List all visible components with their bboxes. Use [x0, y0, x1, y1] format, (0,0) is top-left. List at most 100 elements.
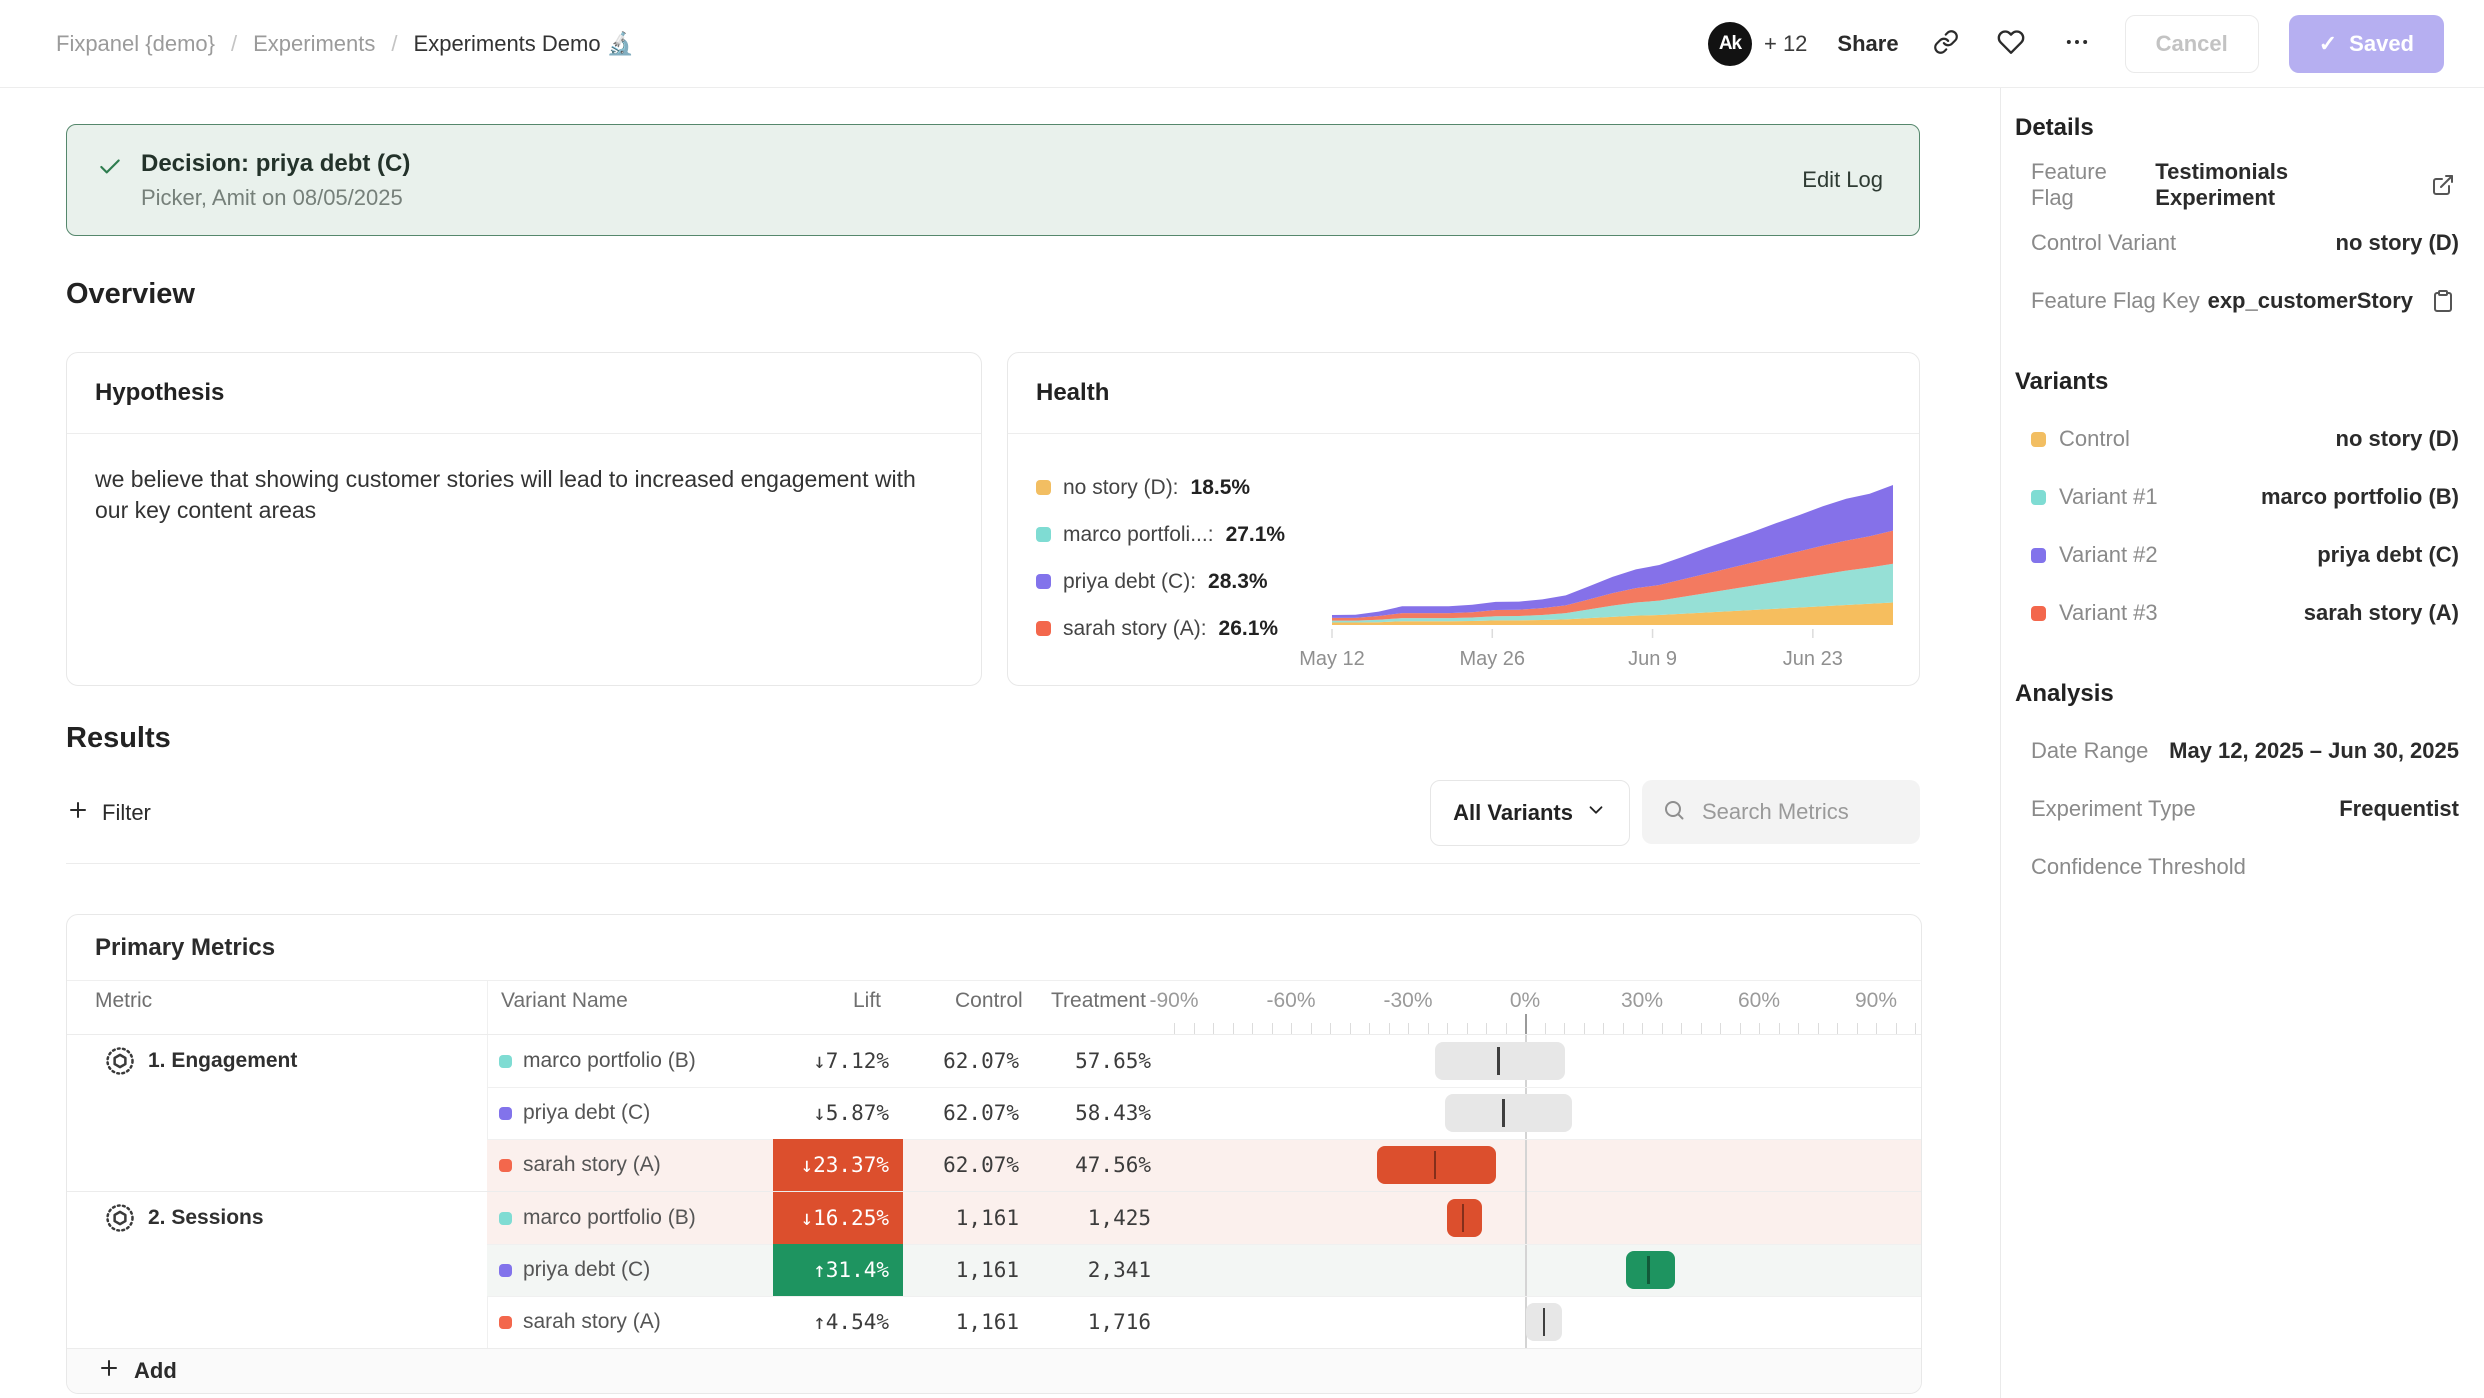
- analysis-row: Date Range May 12, 2025 – Jun 30, 2025: [2015, 722, 2459, 780]
- lift-value: ↓23.37%: [773, 1139, 903, 1191]
- share-button[interactable]: Share: [1837, 31, 1898, 57]
- variant-swatch: [499, 1212, 512, 1225]
- metric-variant-row[interactable]: priya debt (C) ↓5.87% 62.07% 58.43%: [67, 1087, 1921, 1139]
- decision-title: Decision: priya debt (C): [141, 150, 410, 178]
- variants-dropdown[interactable]: All Variants: [1430, 780, 1630, 846]
- plus-icon: [97, 1356, 121, 1380]
- col-lift: Lift: [853, 989, 881, 1013]
- axis-tick-label: -30%: [1383, 989, 1432, 1013]
- variant-name: sarah story (A): [523, 1153, 661, 1177]
- search-icon: [1662, 798, 1686, 827]
- treatment-value: 1,716: [1033, 1296, 1168, 1348]
- analysis-row: Experiment Type Frequentist: [2015, 780, 2459, 838]
- variants-row: Variant #3 sarah story (A): [2015, 584, 2459, 642]
- metric-variant-row[interactable]: priya debt (C) ↑31.4% 1,161 2,341: [67, 1244, 1921, 1296]
- metric-variant-row[interactable]: marco portfolio (B) ↓7.12% 62.07% 57.65%: [67, 1035, 1921, 1087]
- add-filter-button[interactable]: Filter: [66, 798, 151, 828]
- treatment-value: 58.43%: [1033, 1087, 1168, 1139]
- favorite-button[interactable]: [1993, 24, 2029, 63]
- analysis-row: Confidence Threshold: [2015, 838, 2459, 896]
- variants-value: no story (D): [2336, 426, 2459, 452]
- breadcrumb-project[interactable]: Fixpanel {demo}: [56, 31, 215, 57]
- lift-value: ↑31.4%: [773, 1244, 903, 1296]
- control-value: 62.07%: [903, 1139, 1033, 1191]
- breadcrumb-experiments[interactable]: Experiments: [253, 31, 375, 57]
- top-bar: Fixpanel {demo} / Experiments / Experime…: [0, 0, 2484, 88]
- variants-row: Variant #1 marco portfolio (B): [2015, 468, 2459, 526]
- legend-swatch: [1036, 574, 1051, 589]
- avatar[interactable]: Ak: [1708, 22, 1752, 66]
- analysis-label: Confidence Threshold: [2031, 854, 2246, 880]
- metric-name: 1. Engagement: [105, 1035, 297, 1087]
- treatment-value: 57.65%: [1033, 1035, 1168, 1087]
- health-legend-item: sarah story (A): 26.1%: [1036, 605, 1324, 652]
- details-label: Feature Flag: [2031, 159, 2155, 211]
- analysis-label: Experiment Type: [2031, 796, 2196, 822]
- col-control: Control: [955, 989, 1023, 1013]
- overview-heading: Overview: [66, 278, 1920, 311]
- variant-name: sarah story (A): [523, 1310, 661, 1334]
- variants-label: Control: [2059, 426, 2130, 452]
- saved-button[interactable]: ✓ Saved: [2289, 15, 2444, 73]
- avatar-overflow-count[interactable]: + 12: [1764, 31, 1807, 57]
- clipboard-icon[interactable]: [2431, 289, 2455, 313]
- metric-variant-row[interactable]: sarah story (A) ↑4.54% 1,161 1,716: [67, 1296, 1921, 1348]
- heart-icon: [1997, 28, 2025, 56]
- lift-point-marker: [1434, 1151, 1437, 1179]
- variants-section-title: Variants: [2015, 368, 2459, 396]
- axis-tick-label: -90%: [1149, 989, 1198, 1013]
- metric-target-icon: [105, 1046, 135, 1076]
- more-icon: [2063, 28, 2091, 56]
- health-chart: May 12 May 26 Jun 9 Jun 23: [1324, 438, 1899, 685]
- confidence-interval-bar: [1447, 1199, 1482, 1237]
- decision-banner: Decision: priya debt (C) Picker, Amit on…: [66, 124, 1920, 236]
- health-area-chart: May 12 May 26 Jun 9 Jun 23: [1324, 465, 1899, 675]
- variant-swatch: [2031, 606, 2046, 621]
- lift-point-marker: [1502, 1099, 1505, 1127]
- details-row: Feature Flag Key exp_customerStory: [2015, 272, 2459, 330]
- more-options-button[interactable]: [2059, 24, 2095, 63]
- health-card: Health no story (D): 18.5% marco portfol…: [1007, 352, 1920, 686]
- metric-variant-row[interactable]: sarah story (A) ↓23.37% 62.07% 47.56%: [67, 1139, 1921, 1191]
- variants-row: Control no story (D): [2015, 410, 2459, 468]
- metric-variant-row[interactable]: marco portfolio (B) ↓16.25% 1,161 1,425: [67, 1192, 1921, 1244]
- breadcrumb-separator: /: [231, 31, 237, 57]
- metric-group: 1. Engagement marco portfolio (B) ↓7.12%…: [67, 1035, 1921, 1191]
- lift-point-marker: [1647, 1256, 1650, 1284]
- add-metric-button[interactable]: Add: [67, 1348, 1921, 1393]
- details-row: Control Variant no story (D): [2015, 214, 2459, 272]
- variant-swatch: [499, 1316, 512, 1329]
- plus-icon: [97, 1356, 121, 1386]
- search-metrics-input[interactable]: [1700, 798, 1894, 826]
- treatment-value: 47.56%: [1033, 1139, 1168, 1191]
- lift-value: ↓5.87%: [773, 1087, 903, 1139]
- x-axis-label: May 12: [1299, 648, 1365, 670]
- hypothesis-title: Hypothesis: [67, 353, 981, 434]
- primary-metrics-title: Primary Metrics: [67, 915, 1921, 981]
- hypothesis-card: Hypothesis we believe that showing custo…: [66, 352, 982, 686]
- variant-swatch: [2031, 432, 2046, 447]
- chevron-down-icon: [1585, 799, 1607, 821]
- legend-label: priya debt (C):: [1063, 570, 1196, 594]
- variants-label: Variant #1: [2059, 484, 2158, 510]
- edit-log-link[interactable]: Edit Log: [1802, 167, 1883, 193]
- variants-dropdown-value: All Variants: [1453, 800, 1573, 826]
- details-value: exp_customerStory: [2208, 288, 2413, 314]
- variants-value: sarah story (A): [2304, 600, 2459, 626]
- lift-value: ↑4.54%: [773, 1296, 903, 1348]
- variant-name: marco portfolio (B): [523, 1049, 696, 1073]
- variant-swatch: [499, 1159, 512, 1172]
- axis-tick-label: 30%: [1621, 989, 1663, 1013]
- results-heading: Results: [66, 722, 1920, 755]
- external-link-icon[interactable]: [2431, 173, 2455, 197]
- cancel-button[interactable]: Cancel: [2125, 15, 2259, 73]
- control-value: 1,161: [903, 1192, 1033, 1244]
- details-row: Feature Flag Testimonials Experiment: [2015, 156, 2459, 214]
- legend-swatch: [1036, 527, 1051, 542]
- copy-link-button[interactable]: [1929, 25, 1963, 62]
- primary-metrics-card: Primary Metrics Metric Variant Name Lift…: [66, 914, 1922, 1394]
- legend-value: 18.5%: [1191, 476, 1251, 500]
- col-treatment: Treatment: [1051, 989, 1146, 1013]
- lift-value: ↓7.12%: [773, 1035, 903, 1087]
- treatment-value: 1,425: [1033, 1192, 1168, 1244]
